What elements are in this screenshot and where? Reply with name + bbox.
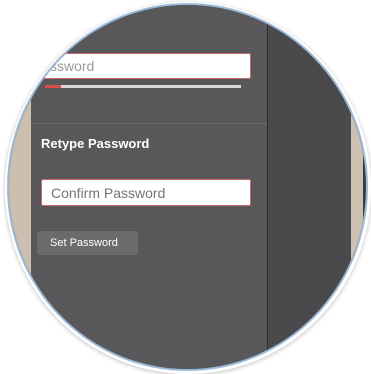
- magnifier-lens: Retype Password Set Password: [7, 3, 368, 371]
- password-panel: Retype Password Set Password: [31, 5, 268, 369]
- right-pane: [268, 5, 363, 369]
- section-divider: [31, 123, 267, 124]
- retype-password-label: Retype Password: [41, 136, 150, 151]
- password-strength-bar: [45, 85, 241, 88]
- page-background-left: [9, 5, 31, 369]
- page-background-right: [351, 5, 363, 369]
- password-input[interactable]: [41, 53, 251, 79]
- confirm-password-input[interactable]: [41, 179, 251, 206]
- password-strength-fill: [45, 85, 61, 88]
- set-password-button[interactable]: Set Password: [37, 231, 138, 255]
